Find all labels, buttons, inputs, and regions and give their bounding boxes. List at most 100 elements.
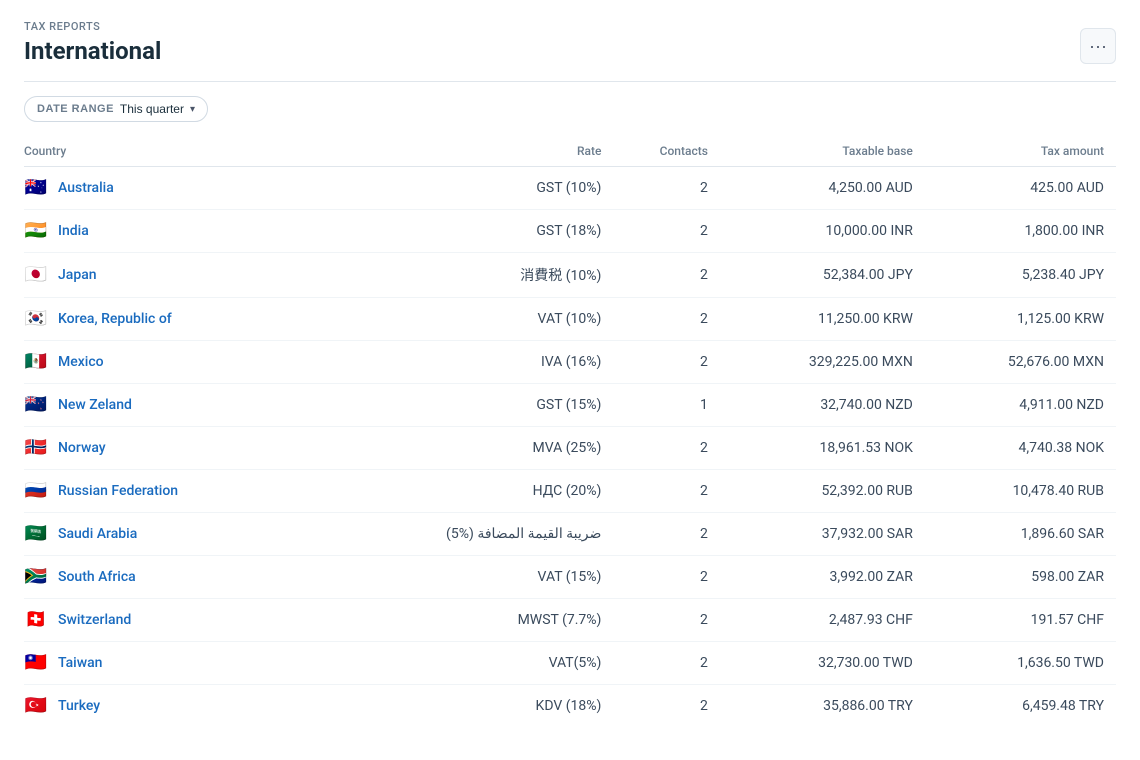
country-name[interactable]: Turkey: [58, 698, 100, 714]
country-cell: 🇸🇦 Saudi Arabia: [24, 513, 318, 556]
date-range-value: This quarter: [120, 102, 184, 116]
contacts-cell: 2: [613, 253, 719, 298]
tax-amount-cell: 4,911.00 NZD: [925, 384, 1116, 427]
table-row: 🇷🇺Russian FederationНДС (20%)252,392.00 …: [24, 470, 1116, 513]
country-cell: 🇲🇽Mexico: [24, 341, 318, 384]
taxable-base-cell: 4,250.00 AUD: [720, 167, 925, 210]
country-flag: 🇯🇵: [24, 266, 48, 284]
country-flag: 🇸🇦: [24, 525, 48, 543]
rate-cell: VAT(5%): [318, 642, 614, 685]
tax-amount-cell: 1,896.60 SAR: [925, 513, 1116, 556]
country-cell: 🇷🇺Russian Federation: [24, 470, 318, 513]
country-cell: 🇳🇿New Zeland: [24, 384, 318, 427]
contacts-cell: 2: [613, 513, 719, 556]
taxable-base-cell: 3,992.00 ZAR: [720, 556, 925, 599]
country-name[interactable]: Mexico: [58, 354, 104, 370]
tax-amount-cell: 5,238.40 JPY: [925, 253, 1116, 298]
contacts-cell: 2: [613, 470, 719, 513]
contacts-cell: 2: [613, 298, 719, 341]
contacts-cell: 2: [613, 642, 719, 685]
taxable-base-cell: 18,961.53 NOK: [720, 427, 925, 470]
tax-amount-cell: 52,676.00 MXN: [925, 341, 1116, 384]
country-flag: 🇹🇷: [24, 697, 48, 715]
tax-amount-cell: 191.57 CHF: [925, 599, 1116, 642]
date-range-button[interactable]: DATE RANGE This quarter ▾: [24, 96, 208, 122]
tax-amount-cell: 6,459.48 TRY: [925, 685, 1116, 728]
country-name[interactable]: Korea, Republic of: [58, 311, 172, 327]
rate-cell: VAT (10%): [318, 298, 614, 341]
contacts-cell: 2: [613, 556, 719, 599]
date-range-label: DATE RANGE: [37, 103, 114, 115]
rate-cell: VAT (15%): [318, 556, 614, 599]
country-cell: 🇨🇭 Switzerland: [24, 599, 318, 642]
country-cell: 🇹🇼 Taiwan: [24, 642, 318, 685]
taxable-base-cell: 32,730.00 TWD: [720, 642, 925, 685]
taxable-base-cell: 10,000.00 INR: [720, 210, 925, 253]
country-name[interactable]: South Africa: [58, 569, 136, 585]
rate-cell: KDV (18%): [318, 685, 614, 728]
contacts-cell: 1: [613, 384, 719, 427]
more-options-button[interactable]: ···: [1080, 28, 1116, 64]
rate-cell: GST (10%): [318, 167, 614, 210]
country-cell: 🇰🇷 Korea, Republic of: [24, 298, 318, 341]
taxable-base-cell: 52,384.00 JPY: [720, 253, 925, 298]
taxable-base-cell: 52,392.00 RUB: [720, 470, 925, 513]
table-row: 🇯🇵 Japan 消費税 (10%)252,384.00 JPY5,238.40 J…: [24, 253, 1116, 298]
country-cell: 🇮🇳 India: [24, 210, 318, 253]
taxable-base-cell: 37,932.00 SAR: [720, 513, 925, 556]
country-name[interactable]: Switzerland: [58, 612, 131, 628]
country-flag: 🇰🇷: [24, 310, 48, 328]
country-cell: 🇦🇺 Australia: [24, 167, 318, 210]
rate-cell: IVA (16%): [318, 341, 614, 384]
col-country: Country: [24, 136, 318, 167]
table-row: 🇹🇷TurkeyKDV (18%)235,886.00 TRY6,459.48 …: [24, 685, 1116, 728]
taxable-base-cell: 11,250.00 KRW: [720, 298, 925, 341]
country-flag: 🇮🇳: [24, 222, 48, 240]
country-name[interactable]: Australia: [58, 180, 114, 196]
tax-amount-cell: 425.00 AUD: [925, 167, 1116, 210]
filters-bar: DATE RANGE This quarter ▾: [0, 82, 1140, 136]
country-name[interactable]: Saudi Arabia: [58, 526, 137, 542]
taxable-base-cell: 32,740.00 NZD: [720, 384, 925, 427]
rate-cell: MWST (7.7%): [318, 599, 614, 642]
country-name[interactable]: India: [58, 223, 89, 239]
table-row: 🇨🇭SwitzerlandMWST (7.7%)22,487.93 CHF191…: [24, 599, 1116, 642]
table-header-row: Country Rate Contacts Taxable base Tax a…: [24, 136, 1116, 167]
country-flag: 🇳🇴: [24, 439, 48, 457]
country-name[interactable]: Norway: [58, 440, 106, 456]
rate-cell: 消費税 (10%): [318, 253, 614, 298]
table-row: 🇳🇴NorwayMVA (25%)218,961.53 NOK4,740.38 …: [24, 427, 1116, 470]
tax-amount-cell: 598.00 ZAR: [925, 556, 1116, 599]
table-row: 🇰🇷 Korea, Republic of VAT (10%)211,250.00 …: [24, 298, 1116, 341]
country-name[interactable]: Taiwan: [58, 655, 102, 671]
contacts-cell: 2: [613, 685, 719, 728]
country-name[interactable]: Japan: [58, 267, 97, 283]
rate-cell: ضريبة القيمة المضافة (%5): [318, 513, 614, 556]
contacts-cell: 2: [613, 341, 719, 384]
rate-cell: GST (18%): [318, 210, 614, 253]
table-row: 🇦🇺 Australia GST (10%)24,250.00 AUD425.00 …: [24, 167, 1116, 210]
taxable-base-cell: 2,487.93 CHF: [720, 599, 925, 642]
rate-cell: MVA (25%): [318, 427, 614, 470]
country-name[interactable]: Russian Federation: [58, 483, 178, 499]
table-row: 🇲🇽MexicoIVA (16%)2329,225.00 MXN52,676.0…: [24, 341, 1116, 384]
tax-amount-cell: 1,636.50 TWD: [925, 642, 1116, 685]
country-flag: 🇿🇦: [24, 568, 48, 586]
contacts-cell: 2: [613, 167, 719, 210]
chevron-down-icon: ▾: [190, 104, 195, 115]
table-row: 🇿🇦 South Africa VAT (15%)23,992.00 ZAR598.…: [24, 556, 1116, 599]
contacts-cell: 2: [613, 210, 719, 253]
col-taxable-base: Taxable base: [720, 136, 925, 167]
country-flag: 🇦🇺: [24, 179, 48, 197]
taxable-base-cell: 329,225.00 MXN: [720, 341, 925, 384]
col-rate: Rate: [318, 136, 614, 167]
country-flag: 🇨🇭: [24, 611, 48, 629]
header: TAX REPORTS International ···: [0, 0, 1140, 65]
country-cell: 🇯🇵 Japan: [24, 253, 318, 298]
table-row: 🇸🇦 Saudi Arabia ضريبة القيمة المضافة (%5)2…: [24, 513, 1116, 556]
country-flag: 🇹🇼: [24, 654, 48, 672]
country-cell: 🇳🇴 Norway: [24, 427, 318, 470]
country-name[interactable]: New Zeland: [58, 397, 132, 413]
breadcrumb: TAX REPORTS: [24, 20, 161, 33]
tax-amount-cell: 1,800.00 INR: [925, 210, 1116, 253]
